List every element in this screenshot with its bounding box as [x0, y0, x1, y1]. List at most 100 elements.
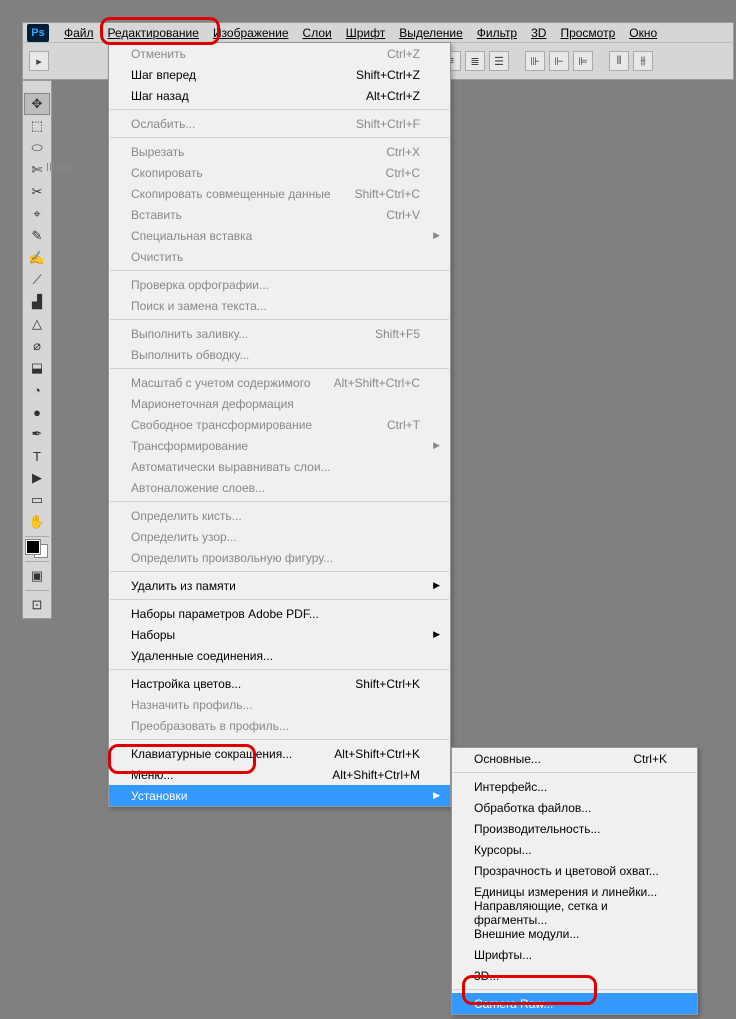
menu-shortcut: Ctrl+K: [633, 752, 667, 766]
menu-shortcut: Alt+Shift+Ctrl+M: [332, 768, 420, 782]
healing-tool[interactable]: ✎: [24, 225, 50, 247]
menu-item[interactable]: Курсоры...: [452, 839, 697, 860]
menu-item-label: Вставить: [131, 208, 182, 222]
menu-shortcut: Shift+Ctrl+C: [355, 187, 420, 201]
menu-item-label: Клавиатурные сокращения...: [131, 747, 292, 761]
menu-item[interactable]: Наборы параметров Adobe PDF...: [109, 603, 450, 624]
distribute-icon[interactable]: ⫴: [609, 51, 629, 71]
color-swatch[interactable]: [26, 540, 48, 558]
menu-item[interactable]: Удаленные соединения...: [109, 645, 450, 666]
dodge-tool[interactable]: ◔: [24, 379, 50, 401]
menu-item[interactable]: Шаг впередShift+Ctrl+Z: [109, 64, 450, 85]
eraser-tool[interactable]: △: [24, 313, 50, 335]
menu-item[interactable]: Основные...Ctrl+K: [452, 748, 697, 769]
align-icon[interactable]: ≣: [465, 51, 485, 71]
menu-item[interactable]: Прозрачность и цветовой охват...: [452, 860, 697, 881]
menu-item: Ослабить...Shift+Ctrl+F: [109, 113, 450, 134]
menu-3d[interactable]: 3D: [524, 24, 553, 42]
screenmode-tool[interactable]: ⊡: [24, 594, 50, 616]
menu-view[interactable]: Просмотр: [553, 24, 622, 42]
submenu-arrow-icon: ▶: [433, 790, 440, 801]
menu-file[interactable]: Файл: [57, 24, 101, 42]
menu-item-label: Установки: [131, 789, 187, 803]
menu-item[interactable]: Шрифты...: [452, 944, 697, 965]
menu-item[interactable]: Настройка цветов...Shift+Ctrl+K: [109, 673, 450, 694]
palette-grip[interactable]: [47, 163, 73, 171]
gradient-tool[interactable]: ⌀: [24, 335, 50, 357]
menu-image[interactable]: Изображение: [206, 24, 296, 42]
eyedropper-tool[interactable]: ⌖: [24, 203, 50, 225]
menu-filter[interactable]: Фильтр: [470, 24, 524, 42]
menu-item-label: Наборы: [131, 628, 175, 642]
menu-item-label: Вырезать: [131, 145, 184, 159]
type-tool[interactable]: ✒: [24, 423, 50, 445]
tool-preset-icon[interactable]: ▸: [29, 51, 49, 71]
menu-item-label: Скопировать: [131, 166, 203, 180]
stamp-tool[interactable]: ⟋: [24, 269, 50, 291]
menu-separator: [110, 270, 449, 271]
brush-tool[interactable]: ✍: [24, 247, 50, 269]
menu-item-label: Проверка орфографии...: [131, 278, 269, 292]
distribute-icon[interactable]: ⊪: [525, 51, 545, 71]
menu-item-label: Определить произвольную фигуру...: [131, 551, 333, 565]
menu-item-label: Определить кисть...: [131, 509, 242, 523]
menu-separator: [453, 772, 696, 773]
move-tool[interactable]: ✥: [24, 93, 50, 115]
menu-item: Определить узор...: [109, 526, 450, 547]
menu-item-label: Шаг назад: [131, 89, 189, 103]
lasso-tool[interactable]: ⬭: [24, 137, 50, 159]
menu-item-label: Обработка файлов...: [474, 801, 591, 815]
distribute-icon[interactable]: ⊩: [549, 51, 569, 71]
blur-tool[interactable]: ⬓: [24, 357, 50, 379]
menu-item-label: Ослабить...: [131, 117, 195, 131]
menu-item: ВырезатьCtrl+X: [109, 141, 450, 162]
preferences-submenu: Основные...Ctrl+K Интерфейс... Обработка ф…: [451, 747, 698, 1015]
menu-layers[interactable]: Слои: [296, 24, 339, 42]
menu-separator: [110, 669, 449, 670]
menu-item-label: Camera Raw...: [474, 997, 553, 1011]
menu-item[interactable]: Шаг назадAlt+Ctrl+Z: [109, 85, 450, 106]
menu-item[interactable]: Наборы▶: [109, 624, 450, 645]
separator: [25, 561, 49, 562]
menu-item[interactable]: Установки ▶: [109, 785, 450, 806]
menu-item: Автоматически выравнивать слои...: [109, 456, 450, 477]
align-icon[interactable]: ☰: [489, 51, 509, 71]
menu-item[interactable]: Обработка файлов...: [452, 797, 697, 818]
menu-type[interactable]: Шрифт: [339, 24, 392, 42]
menu-item[interactable]: Меню... Alt+Shift+Ctrl+M: [109, 764, 450, 785]
menu-item[interactable]: Camera Raw...: [452, 993, 697, 1014]
crop-tool[interactable]: ✂: [24, 181, 50, 203]
menu-item[interactable]: Направляющие, сетка и фрагменты...: [452, 902, 697, 923]
menu-item[interactable]: 3D...: [452, 965, 697, 986]
distribute-icon[interactable]: ⫵: [633, 51, 653, 71]
menu-item-label: Меню...: [131, 768, 173, 782]
menu-edit[interactable]: Редактирование: [101, 24, 206, 42]
menu-item[interactable]: Внешние модули...: [452, 923, 697, 944]
menu-item-label: Удаленные соединения...: [131, 649, 273, 663]
menu-select[interactable]: Выделение: [392, 24, 470, 42]
zoom-tool[interactable]: ✋: [24, 511, 50, 533]
marquee-tool[interactable]: ⬚: [24, 115, 50, 137]
menu-item-label: Автоматически выравнивать слои...: [131, 460, 331, 474]
menu-item: ВставитьCtrl+V: [109, 204, 450, 225]
history-brush-tool[interactable]: ▟: [24, 291, 50, 313]
menu-item-label: Скопировать совмещенные данные: [131, 187, 331, 201]
menu-item: Автоналожение слоев...: [109, 477, 450, 498]
menu-item[interactable]: Клавиатурные сокращения... Alt+Shift+Ctrl…: [109, 743, 450, 764]
menu-item[interactable]: Интерфейс...: [452, 776, 697, 797]
pen-tool[interactable]: ●: [24, 401, 50, 423]
separator: [25, 590, 49, 591]
shape-tool[interactable]: ▶: [24, 467, 50, 489]
menu-separator: [110, 137, 449, 138]
menu-shortcut: Alt+Shift+Ctrl+K: [334, 747, 420, 761]
quickmask-tool[interactable]: ▣: [24, 565, 50, 587]
menu-item-label: Определить узор...: [131, 530, 237, 544]
menu-window[interactable]: Окно: [622, 24, 664, 42]
menu-item[interactable]: Удалить из памяти▶: [109, 575, 450, 596]
distribute-icon[interactable]: ⊫: [573, 51, 593, 71]
menu-item: Поиск и замена текста...: [109, 295, 450, 316]
path-tool[interactable]: T: [24, 445, 50, 467]
menu-item[interactable]: Производительность...: [452, 818, 697, 839]
hand-tool[interactable]: ▭: [24, 489, 50, 511]
menu-shortcut: Ctrl+C: [386, 166, 420, 180]
